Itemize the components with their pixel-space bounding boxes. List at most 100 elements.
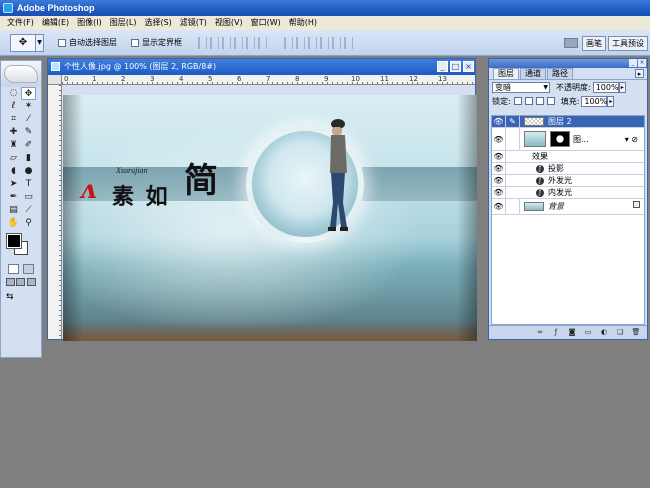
new-group-icon[interactable]: ▭: [583, 328, 593, 337]
distribute-bottom-icon[interactable]: [307, 36, 317, 49]
adjustment-layer-icon[interactable]: ◐: [599, 328, 609, 337]
notes-tool-icon[interactable]: ▤: [6, 204, 21, 217]
foreground-color-swatch[interactable]: [6, 233, 22, 249]
menu-select[interactable]: 选择(S): [140, 16, 175, 30]
slice-tool-icon[interactable]: ⁄: [21, 113, 36, 126]
menu-window[interactable]: 窗口(W): [247, 16, 285, 30]
visibility-eye-icon[interactable]: 👁: [492, 163, 506, 174]
auto-select-checkbox[interactable]: [58, 38, 66, 47]
move-tool-icon[interactable]: ✥: [21, 87, 36, 100]
palette-minimize-button[interactable]: _: [629, 59, 637, 67]
visibility-eye-icon[interactable]: 👁: [492, 175, 506, 186]
align-vcenter-icon[interactable]: [209, 36, 219, 49]
link-layers-icon[interactable]: ∞: [535, 328, 545, 337]
tool-presets-tab[interactable]: 工具预设: [608, 35, 648, 51]
tab-layers[interactable]: 图层: [493, 68, 519, 79]
menu-file[interactable]: 文件(F): [3, 16, 38, 30]
vertical-ruler[interactable]: [48, 85, 62, 339]
menu-layer[interactable]: 图层(L): [106, 16, 141, 30]
distribute-vcenter-icon[interactable]: [295, 36, 305, 49]
distribute-top-icon[interactable]: [283, 36, 293, 49]
layer-style-icon[interactable]: ƒ: [551, 328, 561, 337]
type-tool-icon[interactable]: T: [21, 178, 36, 191]
link-slot-icon[interactable]: [506, 128, 520, 150]
lock-transparency-icon[interactable]: [513, 97, 522, 105]
brush-link-icon[interactable]: ✎: [506, 116, 520, 127]
palette-menu-icon[interactable]: ▸: [635, 69, 644, 78]
eyedropper-icon[interactable]: ⟋: [21, 204, 36, 217]
preset-dropdown-arrow-icon[interactable]: ▼: [36, 33, 44, 52]
maximize-button[interactable]: □: [450, 61, 461, 72]
history-brush-icon[interactable]: ✐: [21, 139, 36, 152]
feather-icon[interactable]: [4, 65, 38, 83]
auto-select-layer-option[interactable]: 自动选择图层: [58, 37, 117, 48]
minimize-button[interactable]: _: [437, 61, 448, 72]
blend-mode-select[interactable]: 变暗 ▼: [492, 81, 550, 93]
effect-row-drop-shadow[interactable]: 👁 ƒ 投影: [492, 163, 644, 175]
distribute-hcenter-icon[interactable]: [331, 36, 341, 49]
lasso-tool-icon[interactable]: ℓ: [6, 100, 21, 113]
close-button[interactable]: ×: [463, 61, 474, 72]
tab-paths[interactable]: 路径: [547, 68, 573, 79]
hand-tool-icon[interactable]: ✋: [6, 217, 21, 230]
show-bounds-checkbox[interactable]: [131, 38, 139, 47]
marquee-tool-icon[interactable]: ◌: [6, 87, 21, 100]
eraser-tool-icon[interactable]: ▱: [6, 152, 21, 165]
fill-field[interactable]: 100%: [581, 95, 608, 107]
visibility-eye-icon[interactable]: 👁: [492, 199, 506, 214]
opacity-slider-arrow-icon[interactable]: ▸: [618, 81, 626, 93]
new-layer-icon[interactable]: ❏: [615, 328, 625, 337]
trash-icon[interactable]: 🗑: [631, 328, 641, 337]
layer-effects-icon[interactable]: ▾ ⊘: [625, 135, 638, 144]
blur-tool-icon[interactable]: ◖: [6, 165, 21, 178]
clone-stamp-icon[interactable]: ♜: [6, 139, 21, 152]
lock-position-icon[interactable]: [535, 97, 544, 105]
shape-tool-icon[interactable]: ▭: [21, 191, 36, 204]
menu-image[interactable]: 图像(I): [73, 16, 106, 30]
align-hcenter-icon[interactable]: [245, 36, 255, 49]
layer-row-layer2[interactable]: 👁 ✎ 图层 2: [492, 116, 644, 128]
path-select-icon[interactable]: ➤: [6, 178, 21, 191]
jump-to-imageready-icon[interactable]: ⇆: [6, 292, 20, 302]
tab-channels[interactable]: 通道: [520, 68, 546, 79]
ruler-origin[interactable]: [48, 75, 62, 85]
zoom-tool-icon[interactable]: ⚲: [21, 217, 36, 230]
visibility-eye-icon[interactable]: 👁: [492, 128, 506, 150]
align-top-icon[interactable]: [197, 36, 207, 49]
standard-mode-icon[interactable]: [8, 264, 19, 274]
brushes-tab[interactable]: 画笔: [582, 35, 606, 51]
layer-row-masked[interactable]: 👁 图... ▾ ⊘: [492, 128, 644, 151]
visibility-eye-icon[interactable]: 👁: [492, 116, 506, 127]
quick-mask-mode-icon[interactable]: [23, 264, 34, 274]
lock-all-icon[interactable]: [546, 97, 555, 105]
layer-row-background[interactable]: 👁 背景: [492, 199, 644, 215]
crop-tool-icon[interactable]: ⌗: [6, 113, 21, 126]
image-canvas[interactable]: ʌ Xsurujian 素 如 简: [63, 95, 477, 341]
fill-slider-arrow-icon[interactable]: ▸: [607, 95, 615, 107]
menu-filter[interactable]: 滤镜(T): [176, 16, 211, 30]
add-mask-icon[interactable]: ◙: [567, 328, 577, 337]
effects-row[interactable]: 👁 效果: [492, 151, 644, 163]
printer-icon[interactable]: [564, 38, 578, 48]
lock-image-icon[interactable]: [524, 97, 533, 105]
fullscreen-icon[interactable]: [27, 278, 37, 286]
link-slot-icon[interactable]: [506, 199, 520, 214]
menu-view[interactable]: 视图(V): [211, 16, 247, 30]
standard-screen-icon[interactable]: [5, 278, 15, 286]
show-bounds-option[interactable]: 显示定界框: [131, 37, 182, 48]
distribute-left-icon[interactable]: [319, 36, 329, 49]
align-bottom-icon[interactable]: [221, 36, 231, 49]
visibility-eye-icon[interactable]: 👁: [492, 187, 506, 198]
pen-tool-icon[interactable]: ✒: [6, 191, 21, 204]
magic-wand-icon[interactable]: ✶: [21, 100, 36, 113]
visibility-eye-icon[interactable]: 👁: [492, 151, 506, 162]
align-right-icon[interactable]: [257, 36, 267, 49]
move-tool-preset-icon[interactable]: ✥: [10, 33, 36, 52]
brush-tool-icon[interactable]: ✎: [21, 126, 36, 139]
layer-mask-thumbnail[interactable]: [550, 131, 570, 147]
align-left-icon[interactable]: [233, 36, 243, 49]
healing-brush-icon[interactable]: ✚: [6, 126, 21, 139]
effect-row-inner-glow[interactable]: 👁 ƒ 内发光: [492, 187, 644, 199]
palette-close-button[interactable]: ×: [638, 59, 646, 67]
opacity-field[interactable]: 100%: [592, 81, 619, 93]
